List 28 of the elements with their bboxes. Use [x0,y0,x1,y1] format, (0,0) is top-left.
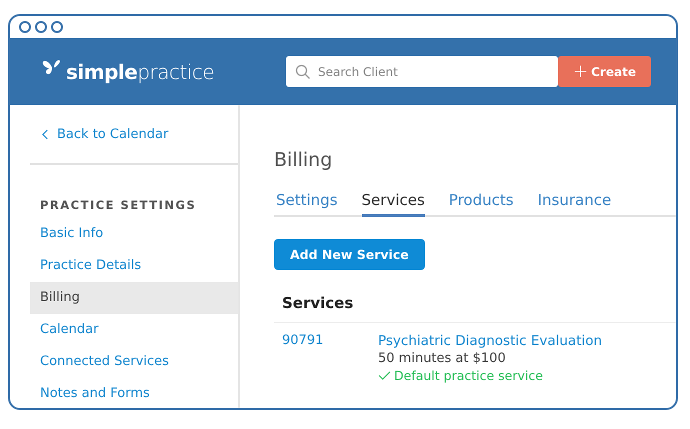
default-service-label: Default practice service [394,368,543,383]
service-code-link[interactable]: 90791 [282,333,378,383]
sidebar-item[interactable]: Notes and Forms [30,378,238,408]
service-detail: 50 minutes at $100 [378,351,507,366]
sidebar-item[interactable]: Calendar [30,314,238,346]
back-link[interactable]: Back to Calendar [30,105,238,165]
search-field[interactable]: Search Client [286,56,558,87]
add-service-button[interactable]: Add New Service [274,239,425,270]
window-dot-icon [35,21,47,33]
sidebar-item[interactable]: Practice Details [30,250,238,282]
sidebar-item[interactable]: Connected Services [30,346,238,378]
services-heading: Services [274,286,676,323]
checkmark-icon [378,371,391,380]
chevron-left-icon [42,128,49,140]
sidebar-item[interactable]: Billing [30,282,238,314]
sidebar-item[interactable]: Basic Info [30,218,238,250]
window-dot-icon [51,21,63,33]
tab[interactable]: Services [362,191,425,217]
logo-text: simplepractice [66,60,214,84]
service-name-link[interactable]: Psychiatric Diagnostic Evaluation [378,333,602,349]
window-dot-icon [19,21,31,33]
section-title: PRACTICE SETTINGS [39,198,198,212]
create-button[interactable]: + Create [558,56,651,87]
tab[interactable]: Products [448,191,514,217]
search-icon [295,64,311,80]
page-title: Billing [274,149,334,171]
tab[interactable]: Settings [276,191,338,217]
tab[interactable]: Insurance [538,191,612,217]
